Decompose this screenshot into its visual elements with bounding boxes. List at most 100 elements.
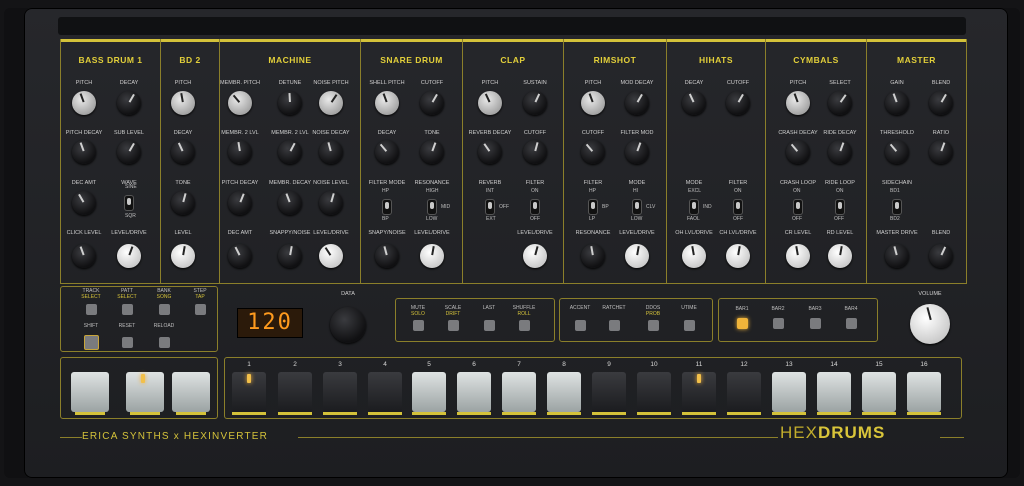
bd1-knob-0[interactable] (72, 91, 96, 115)
mute-pad-3[interactable] (519, 320, 530, 331)
accent-pad-3[interactable] (684, 320, 695, 331)
rim-filter-mod-knob[interactable] (625, 140, 649, 164)
clap-sustain-knob[interactable] (523, 91, 547, 115)
nav-pad-2[interactable] (159, 304, 170, 315)
bar-pad-1[interactable] (773, 318, 784, 329)
cy-crash-loop-toggle[interactable] (794, 200, 802, 214)
master-drive-knob[interactable] (885, 244, 909, 268)
step-button-4[interactable] (368, 372, 402, 412)
step-button-14[interactable] (817, 372, 851, 412)
snare-level-knob[interactable] (420, 244, 444, 268)
rim-pitch-knob[interactable] (581, 91, 605, 115)
machine-knob-4[interactable] (278, 140, 302, 164)
machine-knob-3[interactable] (228, 140, 252, 164)
mute-pad-1[interactable] (448, 320, 459, 331)
step-button-13[interactable] (772, 372, 806, 412)
step-button-16[interactable] (907, 372, 941, 412)
rim-mod-decay-knob[interactable] (625, 91, 649, 115)
track-pad-0[interactable] (71, 372, 109, 412)
mute-pad-2[interactable] (484, 320, 495, 331)
master-sidechain-toggle[interactable] (893, 200, 901, 214)
nav-pad-3[interactable] (195, 304, 206, 315)
bar-pad-3[interactable] (846, 318, 857, 329)
step-button-2[interactable] (278, 372, 312, 412)
track-pad-2[interactable] (172, 372, 210, 412)
bd2-level-knob[interactable] (171, 244, 195, 268)
snare-tone-knob[interactable] (420, 140, 444, 164)
clap-level-knob[interactable] (523, 244, 547, 268)
accent-pad-1[interactable] (609, 320, 620, 331)
step-button-1[interactable] (232, 372, 266, 412)
step-button-8[interactable] (547, 372, 581, 412)
step-button-15[interactable] (862, 372, 896, 412)
hh-filter-toggle[interactable] (734, 200, 742, 214)
cy-ride-loop-toggle[interactable] (836, 200, 844, 214)
hh-cutoff-knob[interactable] (726, 91, 750, 115)
bd2-tone-knob[interactable] (171, 191, 195, 215)
step-button-6[interactable] (457, 372, 491, 412)
rim-mode-toggle[interactable] (633, 200, 641, 214)
step-button-5[interactable] (412, 372, 446, 412)
master-threshold-knob[interactable] (885, 140, 909, 164)
clap-reverb-toggle[interactable] (486, 200, 494, 214)
cy-rd-level-knob[interactable] (828, 244, 852, 268)
track-pad-1[interactable] (126, 372, 164, 412)
nav-pad-0[interactable] (86, 304, 97, 315)
clap-pitch-knob[interactable] (478, 91, 502, 115)
bar-pad-2[interactable] (810, 318, 821, 329)
bd1-wave-toggle[interactable] (125, 196, 133, 210)
hh-mode-toggle[interactable] (690, 200, 698, 214)
clap-reverb-decay-knob[interactable] (478, 140, 502, 164)
snare-filter-mode-toggle[interactable] (383, 200, 391, 214)
step-button-7[interactable] (502, 372, 536, 412)
master-gain-knob[interactable] (885, 91, 909, 115)
master-blend-knob[interactable] (929, 91, 953, 115)
cy-pitch-knob[interactable] (786, 91, 810, 115)
bd1-knob-6[interactable] (72, 244, 96, 268)
machine-knob-5[interactable] (319, 140, 343, 164)
machine-knob-6[interactable] (228, 191, 252, 215)
rim-resonance-knob[interactable] (581, 244, 605, 268)
bar-pad-0[interactable] (737, 318, 748, 329)
snare-decay-knob[interactable] (375, 140, 399, 164)
snare-shell-pitch-knob[interactable] (375, 91, 399, 115)
machine-knob-0[interactable] (228, 91, 252, 115)
bd1-knob-7[interactable] (117, 244, 141, 268)
cy-cr-level-knob[interactable] (786, 244, 810, 268)
mute-pad-0[interactable] (413, 320, 424, 331)
rim-level-knob[interactable] (625, 244, 649, 268)
nav-pad-1[interactable] (122, 304, 133, 315)
clap-cutoff-knob[interactable] (523, 140, 547, 164)
step-button-9[interactable] (592, 372, 626, 412)
snare-cutoff-knob[interactable] (420, 91, 444, 115)
bd1-knob-1[interactable] (117, 91, 141, 115)
machine-knob-8[interactable] (319, 191, 343, 215)
data-encoder[interactable] (330, 307, 366, 343)
machine-knob-9[interactable] (228, 244, 252, 268)
bd1-knob-2[interactable] (72, 140, 96, 164)
step-button-3[interactable] (323, 372, 357, 412)
bd2-decay-knob[interactable] (171, 140, 195, 164)
rim-cutoff-knob[interactable] (581, 140, 605, 164)
master-ratio-knob[interactable] (929, 140, 953, 164)
machine-knob-7[interactable] (278, 191, 302, 215)
hh-decay-knob[interactable] (682, 91, 706, 115)
step-button-11[interactable] (682, 372, 716, 412)
hh-ch-level-knob[interactable] (726, 244, 750, 268)
nav-pad-6[interactable] (159, 337, 170, 348)
bd1-dec-amt-knob[interactable] (72, 191, 96, 215)
machine-knob-10[interactable] (278, 244, 302, 268)
volume-knob[interactable] (910, 304, 950, 344)
accent-pad-0[interactable] (575, 320, 586, 331)
machine-knob-1[interactable] (278, 91, 302, 115)
machine-knob-11[interactable] (319, 244, 343, 268)
bd1-knob-3[interactable] (117, 140, 141, 164)
machine-knob-2[interactable] (319, 91, 343, 115)
cy-ride-decay-knob[interactable] (828, 140, 852, 164)
accent-pad-2[interactable] (648, 320, 659, 331)
snare-snappy-knob[interactable] (375, 244, 399, 268)
rim-filter-toggle[interactable] (589, 200, 597, 214)
nav-pad-5[interactable] (122, 337, 133, 348)
cy-select-knob[interactable] (828, 91, 852, 115)
hh-oh-level-knob[interactable] (682, 244, 706, 268)
